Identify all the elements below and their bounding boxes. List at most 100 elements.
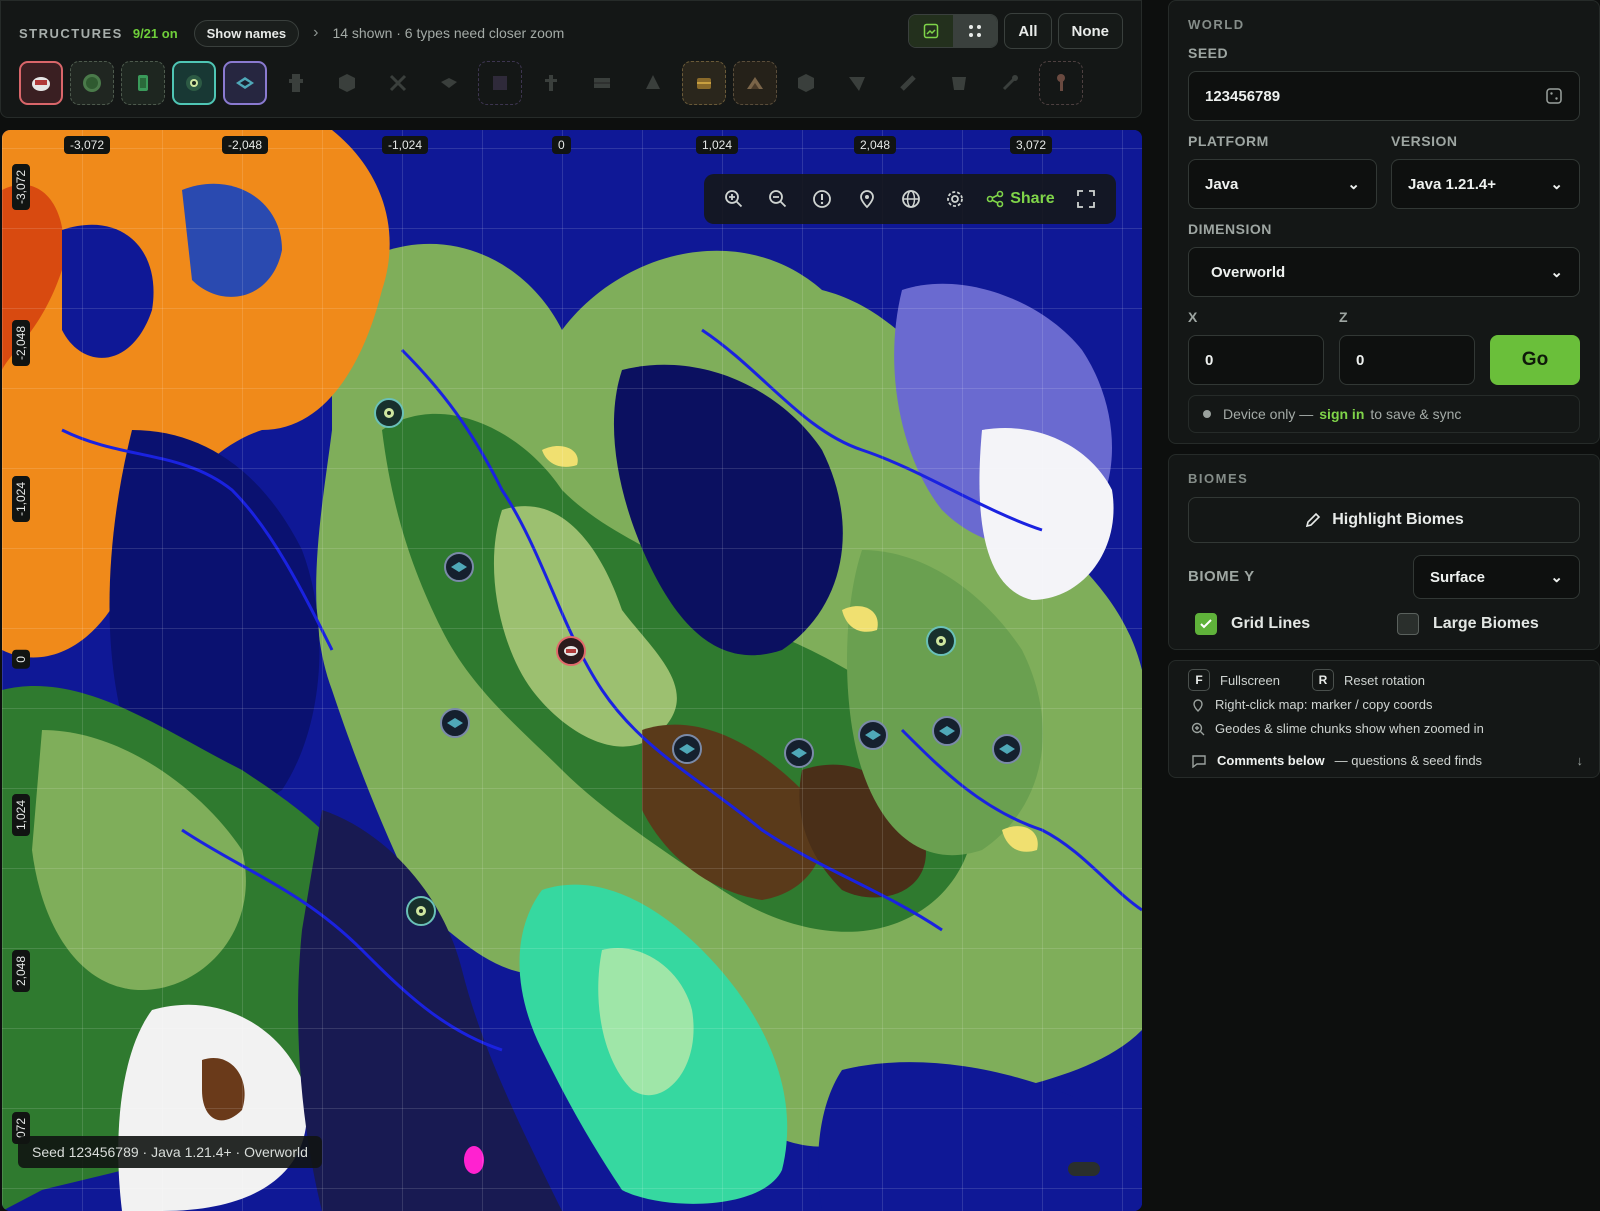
ancient-city-marker[interactable] <box>444 552 474 582</box>
chevron-right-icon[interactable]: › <box>313 24 318 42</box>
select-none-button[interactable]: None <box>1057 13 1123 49</box>
stronghold-marker[interactable] <box>926 626 956 656</box>
x-tick-label: 2,048 <box>854 136 897 154</box>
chevron-down-icon: ⌄ <box>1347 176 1360 193</box>
check-icon <box>1200 619 1212 629</box>
structures-title: STRUCTURES <box>19 25 123 41</box>
swamp-hut-icon[interactable] <box>733 61 777 105</box>
map-status-bar: Seed 123456789 · Java 1.21.4+ · Overworl… <box>18 1136 322 1168</box>
globe-icon[interactable] <box>898 186 924 212</box>
ancient-city-marker[interactable] <box>672 734 702 764</box>
structure-icons <box>19 61 1083 105</box>
sword-icon[interactable] <box>376 61 420 105</box>
share-button[interactable]: Share <box>986 190 1055 208</box>
minimap-handle[interactable] <box>1068 1162 1100 1176</box>
stronghold-marker[interactable] <box>406 896 436 926</box>
gear-icon[interactable] <box>942 186 968 212</box>
mansion-icon[interactable] <box>784 61 828 105</box>
biome-y-select[interactable]: Surface ⌄ <box>1413 555 1580 599</box>
device-text: Device only — <box>1223 406 1314 422</box>
version-select[interactable]: Java 1.21.4+ ⌄ <box>1391 159 1580 209</box>
stronghold-eye-icon <box>384 408 394 418</box>
ancient-city-icon <box>679 744 695 754</box>
pillager-outpost-icon[interactable] <box>274 61 318 105</box>
large-biomes-checkbox[interactable] <box>1397 613 1419 635</box>
emerald-ore-icon[interactable] <box>121 61 165 105</box>
ruined-portal-marker[interactable] <box>556 636 586 666</box>
x-tick-label: 0 <box>552 136 571 154</box>
grid-view-button[interactable] <box>953 15 998 47</box>
platform-select[interactable]: Java ⌄ <box>1188 159 1377 209</box>
trail-ruins-icon[interactable] <box>835 61 879 105</box>
dots-grid-icon <box>969 25 982 37</box>
r-key: R <box>1312 669 1334 691</box>
share-label: Share <box>1010 190 1055 207</box>
fossil-icon[interactable] <box>886 61 930 105</box>
show-names-button[interactable]: Show names <box>193 19 300 47</box>
image-view-button[interactable] <box>909 15 954 47</box>
device-text-2: to save & sync <box>1370 406 1462 422</box>
boat-icon[interactable] <box>427 61 471 105</box>
slime-icon[interactable] <box>70 61 114 105</box>
right-click-tip: Right-click map: marker / copy coords <box>1191 697 1432 712</box>
y-tick-label: -3,072 <box>12 164 30 211</box>
highlight-biomes-button[interactable]: Highlight Biomes <box>1188 497 1580 543</box>
stronghold-eye-icon[interactable] <box>172 61 216 105</box>
ancient-city-marker[interactable] <box>992 734 1022 764</box>
key-icon[interactable] <box>1039 61 1083 105</box>
large-biomes-toggle[interactable]: Large Biomes <box>1397 613 1539 635</box>
grid-lines-checkbox[interactable] <box>1195 613 1217 635</box>
buried-treasure-icon[interactable] <box>682 61 726 105</box>
ancient-city-icon <box>791 748 807 758</box>
reset-rotation-label: Reset rotation <box>1344 672 1425 688</box>
pencil-icon <box>1306 512 1321 528</box>
tent-icon[interactable] <box>631 61 675 105</box>
comments-link[interactable]: Comments below — questions & seed finds … <box>1191 753 1583 768</box>
fullscreen-icon[interactable] <box>1073 186 1099 212</box>
ruined-portal-icon[interactable] <box>19 61 63 105</box>
biome-map[interactable]: -3,072 -2,048 -1,024 0 1,024 2,048 3,072… <box>2 130 1142 1211</box>
comments-bold: Comments below <box>1217 753 1325 768</box>
y-tick-label: -2,048 <box>12 320 30 367</box>
map-toolbar: Share <box>704 174 1116 224</box>
ancient-city-icon[interactable] <box>223 61 267 105</box>
seed-value: 123456789 <box>1205 87 1281 105</box>
location-pin-icon[interactable] <box>854 186 880 212</box>
seed-input[interactable]: 123456789 <box>1188 71 1580 121</box>
zoom-out-icon[interactable] <box>765 186 791 212</box>
version-label: VERSION <box>1391 133 1458 149</box>
compass-icon[interactable] <box>809 186 835 212</box>
go-button[interactable]: Go <box>1490 335 1580 385</box>
status-dot <box>1203 410 1211 418</box>
grid-lines-toggle[interactable]: Grid Lines <box>1195 613 1310 635</box>
ancient-city-marker[interactable] <box>784 738 814 768</box>
grid-lines <box>2 130 1142 1211</box>
dice-icon[interactable] <box>1545 87 1563 105</box>
arrow-down-icon: ↓ <box>1576 753 1584 768</box>
tree-icon[interactable] <box>529 61 573 105</box>
z-coordinate-input[interactable]: 0 <box>1339 335 1475 385</box>
image-icon <box>924 23 939 39</box>
mineshaft-icon[interactable] <box>325 61 369 105</box>
grid-lines-label: Grid Lines <box>1231 615 1311 632</box>
x-tick-label: 1,024 <box>696 136 739 154</box>
y-tick-label: -1,024 <box>12 476 30 523</box>
end-city-icon[interactable] <box>478 61 522 105</box>
x-label: X <box>1188 309 1198 325</box>
sync-notice: Device only — sign in to save & sync <box>1188 395 1580 433</box>
monument-icon[interactable] <box>580 61 624 105</box>
biome-y-label: BIOME Y <box>1188 568 1255 585</box>
share-icon <box>986 190 1004 208</box>
ancient-city-marker[interactable] <box>932 716 962 746</box>
ancient-city-marker[interactable] <box>858 720 888 750</box>
cauldron-icon[interactable] <box>937 61 981 105</box>
sign-in-link[interactable]: sign in <box>1319 406 1364 422</box>
select-all-button[interactable]: All <box>1004 13 1052 49</box>
stronghold-marker[interactable] <box>374 398 404 428</box>
ancient-city-marker[interactable] <box>440 708 470 738</box>
zoom-in-icon[interactable] <box>721 186 747 212</box>
zoom-in-icon <box>1191 722 1205 735</box>
x-coordinate-input[interactable]: 0 <box>1188 335 1324 385</box>
dimension-select[interactable]: Overworld ⌄ <box>1188 247 1580 297</box>
spawner-icon[interactable] <box>988 61 1032 105</box>
